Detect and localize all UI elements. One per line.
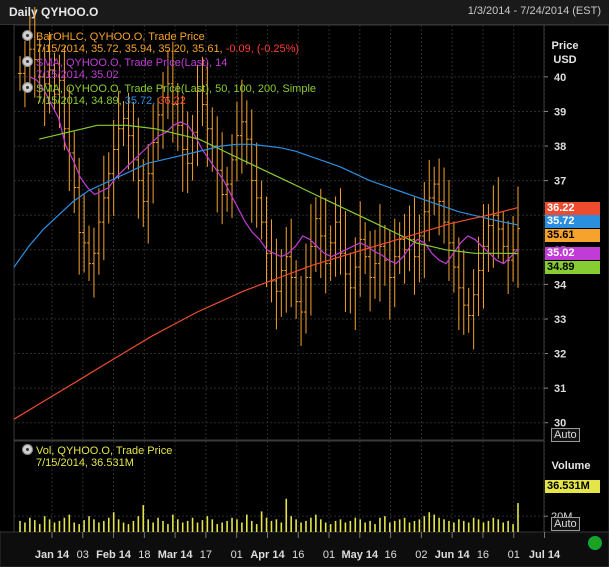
sma14-legend-row: SMA, QYHOO.O, Trade Price(Last), 14 [22,56,316,69]
sma14-legend-values: 7/15/2014, 35.02 [22,69,316,82]
price-axis-title-line1: Price [551,40,579,52]
volume-auto-button[interactable]: Auto [551,517,580,531]
bar-legend-label: BarOHLC, QYHOO.O, Trade Price [36,31,205,43]
vol-legend-value: 7/15/2014, 36.531M [36,457,134,469]
volume-legend: Vol, QYHOO.O, Trade Price 7/15/2014, 36.… [22,444,172,470]
time-tick-label: 16 [477,549,489,561]
time-tick-label: 02 [415,549,427,561]
bar-legend-close: 35.61, [192,43,223,55]
series-settings-icon[interactable] [22,56,33,67]
price-tick-label: 40 [554,72,566,84]
sma200-price-badge: 36.22 [545,202,600,215]
sma3-legend-values: 7/15/2014, 34.89, 35.72, 36.22 [22,95,316,108]
bar-legend-change: -0.09, (-0.25%) [225,43,300,55]
time-tick-label: Feb 14 [96,549,132,561]
sma14-price-badge: 35.02 [545,247,600,260]
price-tick-label: 32 [554,349,566,361]
vol-legend-row: Vol, QYHOO.O, Trade Price [22,444,172,457]
time-tick-label: Jan 14 [35,549,70,561]
time-tick-label: Mar 14 [158,549,194,561]
sma14-legend-label: SMA, QYHOO.O, Trade Price(Last), 14 [36,57,228,69]
time-tick-label: Jul 14 [529,549,561,561]
sma14-legend-date: 7/15/2014, [36,69,88,81]
bar-legend-high: 35.94, [124,43,156,55]
bar-legend-row: BarOHLC, QYHOO.O, Trade Price [22,30,316,43]
time-tick-label: Apr 14 [250,549,285,561]
time-tick-label: 01 [231,549,243,561]
time-tick-label: Jun 14 [435,549,471,561]
sma100-price-badge: 35.72 [545,215,600,228]
price-tick-label: 34 [554,279,567,291]
price-legend: BarOHLC, QYHOO.O, Trade Price 7/15/2014,… [22,30,316,108]
bar-legend-low: 35.20, [158,43,189,55]
sma3-legend-date: 7/15/2014, [36,95,88,107]
vol-legend-label: Vol, QYHOO.O, Trade Price [36,445,173,457]
time-tick-label: 01 [508,549,520,561]
time-tick-label: 16 [292,549,304,561]
price-axis-title-line2: USD [553,54,577,66]
bar-legend-open: 35.72, [91,43,122,55]
price-tick-label: 33 [554,314,566,326]
time-tick-label: May 14 [341,549,379,561]
price-tick-label: 37 [554,176,566,188]
sma50-legend-value: 34.89, [91,95,122,107]
time-tick-label: 17 [200,549,212,561]
volume-badge: 36.531M [545,480,600,493]
sma3-legend-row: SMA, QYHOO.O, Trade Price(Last), 50, 100… [22,82,316,95]
price-auto-button[interactable]: Auto [551,428,580,442]
bar-legend-date: 7/15/2014, [36,43,88,55]
series-settings-icon[interactable] [22,30,33,41]
time-tick-label: 18 [138,549,150,561]
time-tick-label: 01 [323,549,335,561]
price-axis-title: Price USD [546,39,584,67]
volume-axis-title: Volume [551,460,591,472]
price-tick-label: 38 [554,141,566,153]
sma100-legend-value: 35.72, [124,95,156,107]
series-settings-icon[interactable] [22,82,33,93]
connection-status-icon [588,536,602,550]
bar-legend-values: 7/15/2014, 35.72, 35.94, 35.20, 35.61, -… [22,43,316,56]
last-price-badge: 35.61 [545,229,600,242]
sma200-legend-value: 36.22 [158,95,186,107]
time-tick-label: 16 [384,549,396,561]
sma14-legend-value: 35.02 [91,69,119,81]
sma3-legend-label: SMA, QYHOO.O, Trade Price(Last), 50, 100… [36,83,317,95]
sma50-price-badge: 34.89 [545,261,600,274]
time-tick-label: 03 [77,549,89,561]
price-tick-label: 39 [554,106,566,118]
series-settings-icon[interactable] [22,444,33,455]
price-tick-label: 31 [554,383,566,395]
